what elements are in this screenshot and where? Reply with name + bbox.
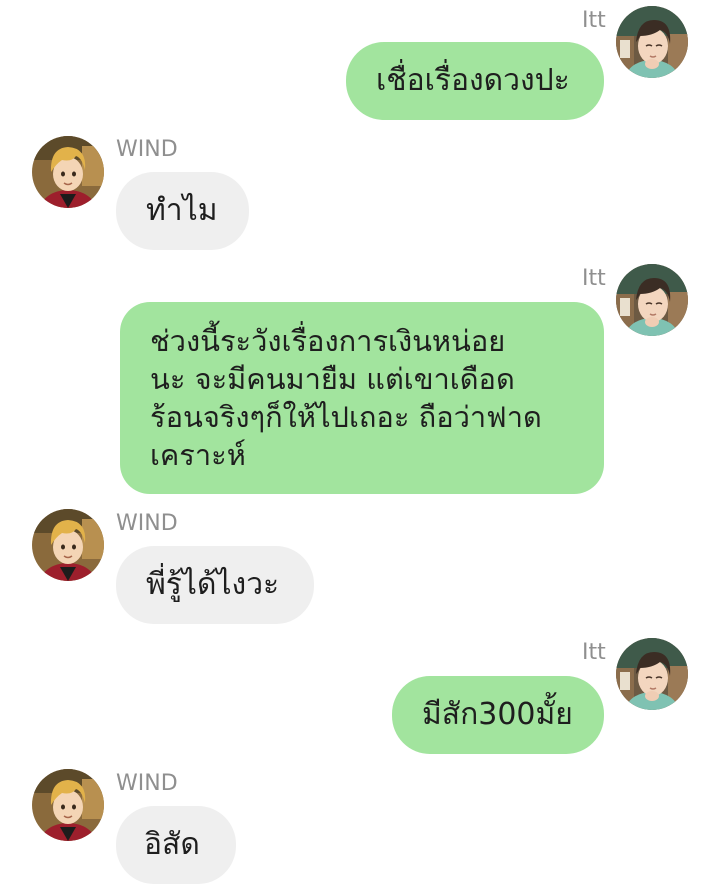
message-text: ทำไม: [146, 193, 218, 228]
message-text-line: ร้อนจริงๆก็ให้ไปเถอะ ถือว่าฟาด: [150, 400, 542, 434]
message-text: พี่รู้ได้ไงวะ: [146, 567, 280, 602]
message-text: มีสัก300มั้ย: [422, 697, 573, 732]
message-bubble[interactable]: ทำไม: [116, 172, 249, 250]
message-bubble[interactable]: อิสัด: [116, 806, 236, 884]
message-text: อิสัด: [144, 827, 200, 862]
sender-name: WIND: [116, 771, 178, 796]
message-bubble[interactable]: เชื่อเรื่องดวงปะ: [346, 42, 604, 120]
message-text-line: ช่วงนี้ระวังเรื่องการเงินหน่อย: [150, 324, 506, 358]
boy-blond-hair-avatar-icon[interactable]: [32, 136, 104, 208]
message-text-line: นะ จะมีคนมายืม แต่เขาเดือด: [150, 362, 515, 396]
sender-name: WIND: [116, 137, 178, 162]
boy-blond-hair-avatar-icon[interactable]: [32, 769, 104, 841]
message-bubble[interactable]: มีสัก300มั้ย: [392, 676, 604, 754]
sender-name: Itt: [582, 640, 606, 665]
boy-blond-hair-avatar-icon[interactable]: [32, 509, 104, 581]
boy-dark-hair-avatar-icon[interactable]: [616, 6, 688, 78]
sender-name: Itt: [582, 8, 606, 33]
message-text: เชื่อเรื่องดวงปะ: [376, 63, 570, 98]
boy-dark-hair-avatar-icon[interactable]: [616, 638, 688, 710]
sender-name: WIND: [116, 511, 178, 536]
message-bubble[interactable]: ช่วงนี้ระวังเรื่องการเงินหน่อย นะ จะมีคน…: [120, 302, 604, 494]
message-bubble[interactable]: พี่รู้ได้ไงวะ: [116, 546, 314, 624]
message-text-line: เคราะห์: [150, 438, 246, 472]
sender-name: Itt: [582, 266, 606, 291]
boy-dark-hair-avatar-icon[interactable]: [616, 264, 688, 336]
